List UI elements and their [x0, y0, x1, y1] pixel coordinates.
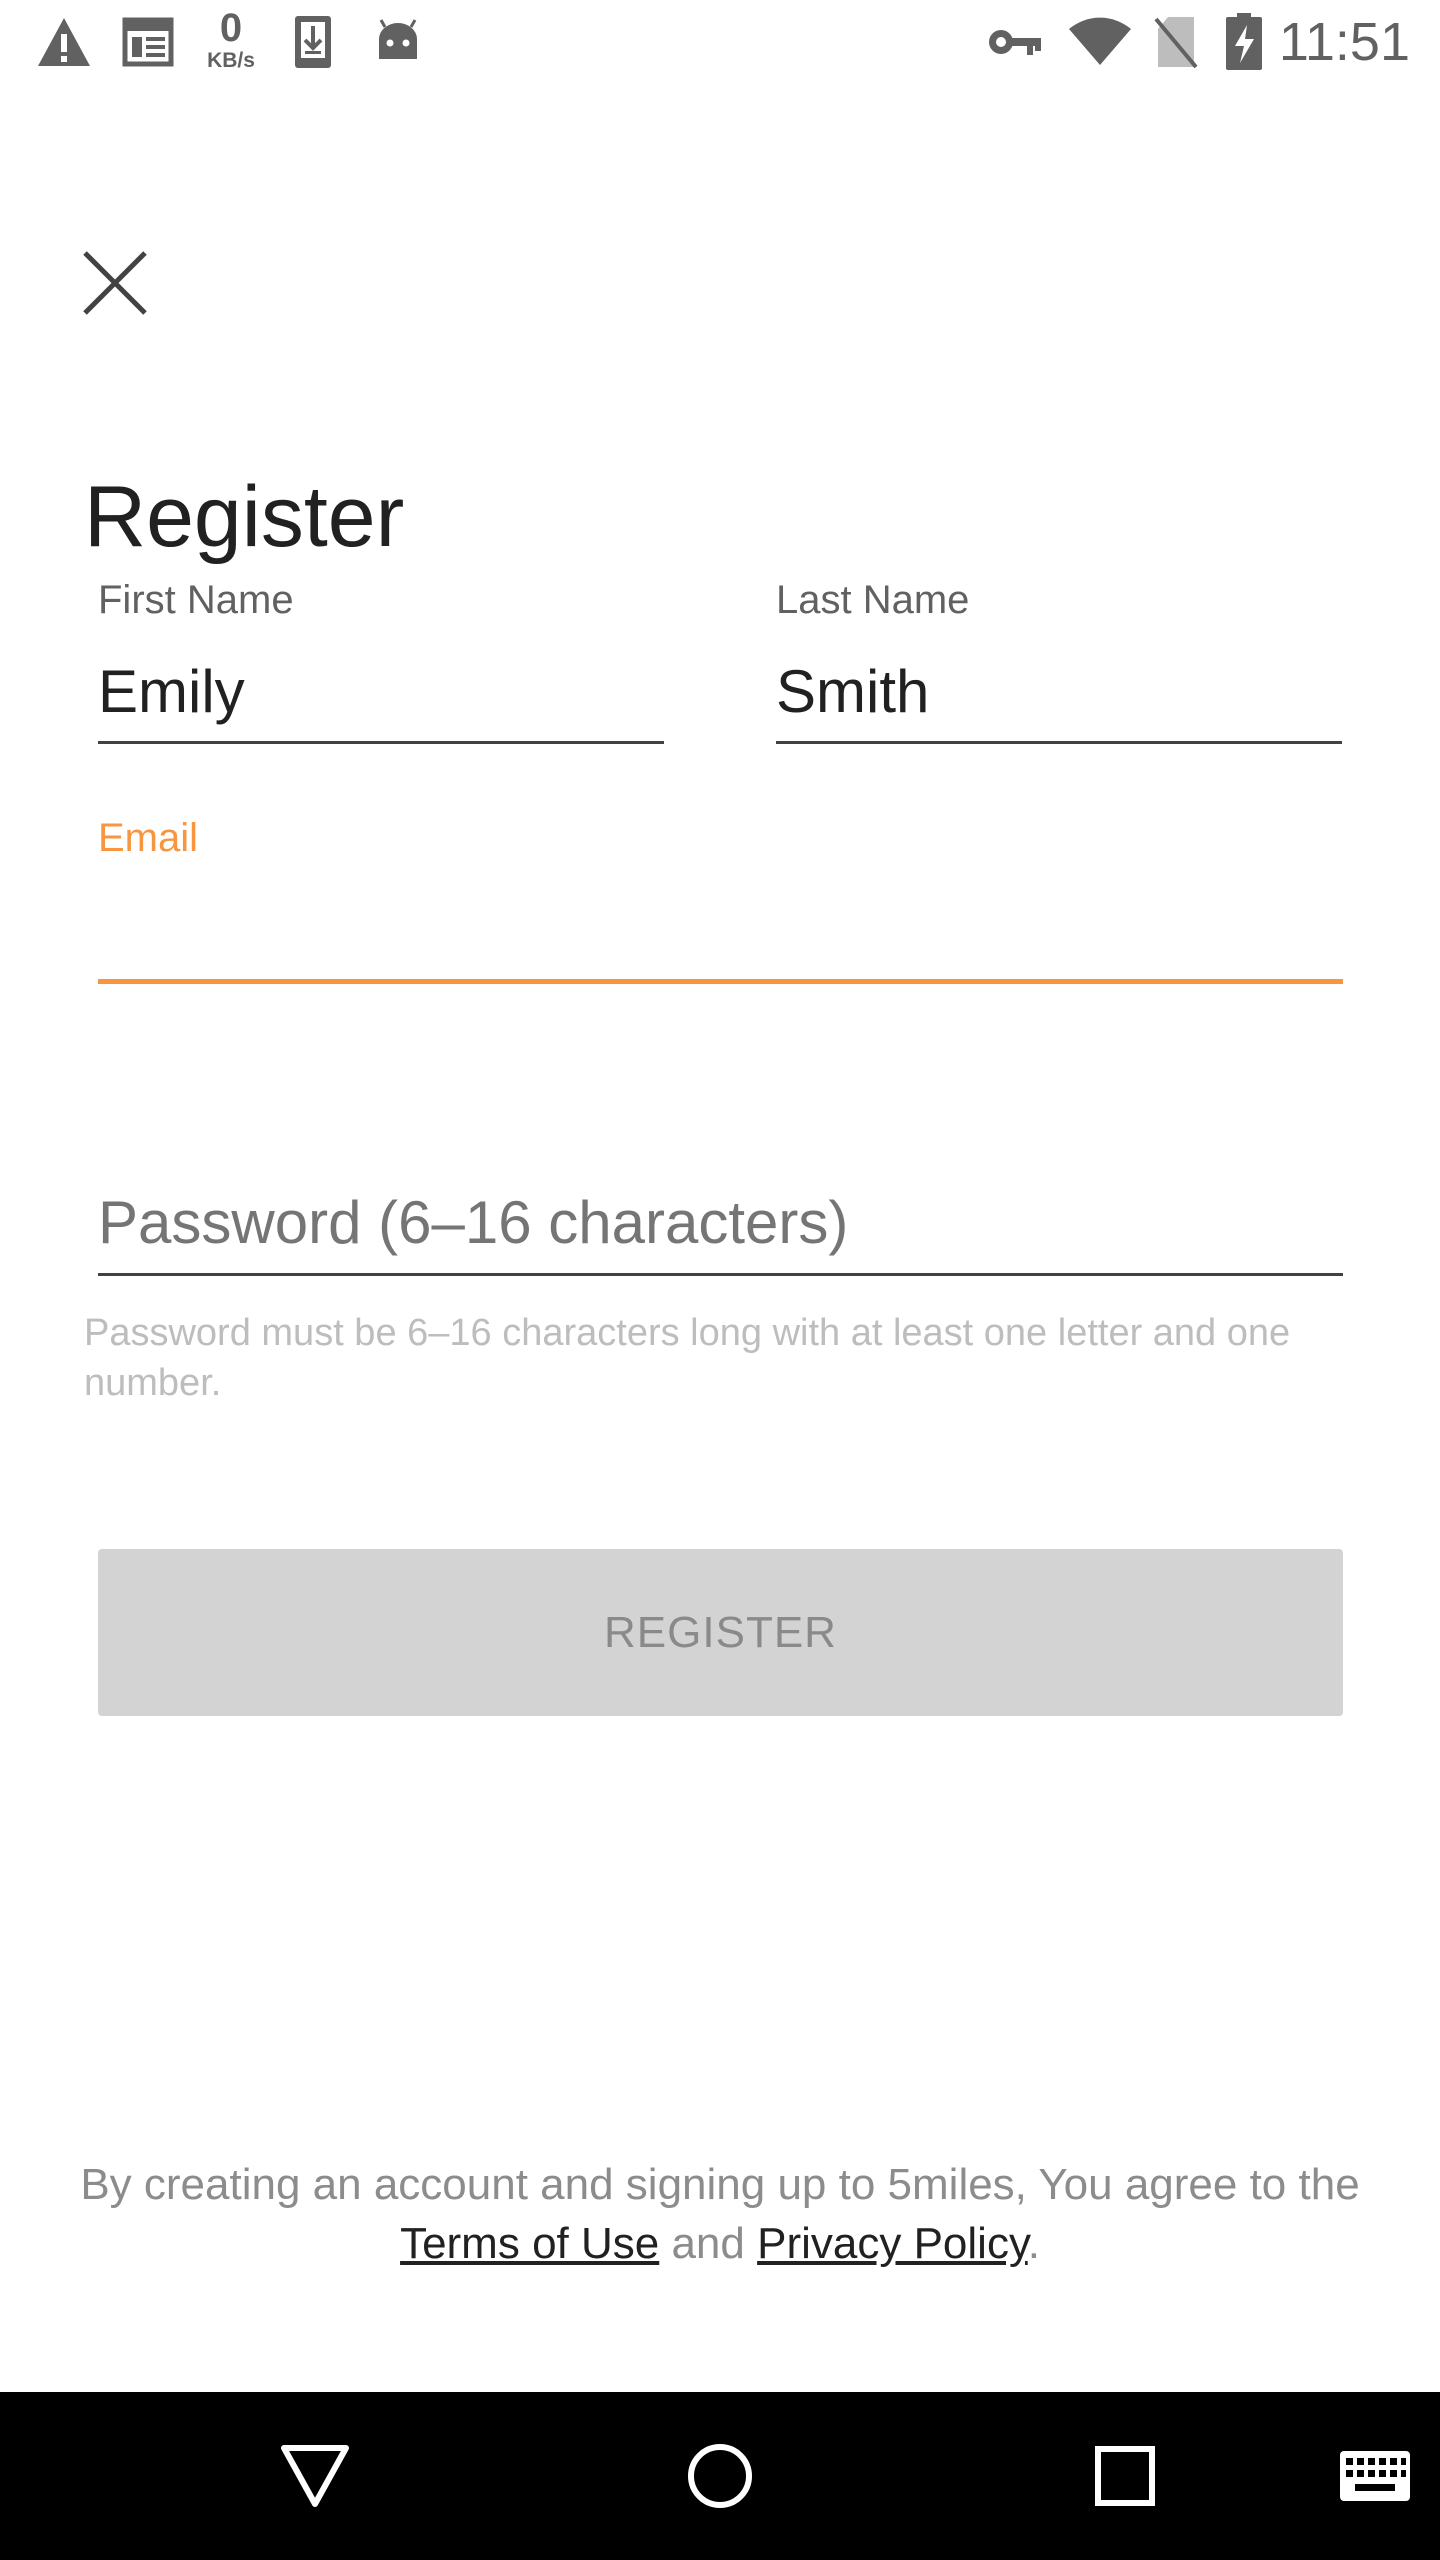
- home-button[interactable]: [670, 2426, 770, 2526]
- net-speed-unit: KB/s: [207, 49, 255, 72]
- terms-suffix: .: [1027, 2219, 1040, 2268]
- last-name-input[interactable]: [776, 654, 1342, 728]
- first-name-underline: [98, 741, 664, 744]
- last-name-field: Last Name: [776, 576, 1342, 746]
- email-label: Email: [98, 816, 199, 860]
- password-input[interactable]: [98, 1180, 1343, 1264]
- home-icon: [688, 2444, 752, 2508]
- status-time: 11:51: [1278, 12, 1410, 72]
- back-button[interactable]: [265, 2426, 365, 2526]
- register-button[interactable]: REGISTER: [98, 1549, 1343, 1716]
- keyboard-icon: [1340, 2451, 1410, 2501]
- page-title: Register: [84, 469, 405, 565]
- status-bar: 0 KB/s 11:51: [0, 0, 1440, 84]
- android-icon: [372, 12, 424, 72]
- password-underline: [98, 1273, 1343, 1276]
- terms-prefix: By creating an account and signing up to…: [80, 2160, 1360, 2209]
- email-input[interactable]: [98, 894, 1343, 970]
- password-field: [98, 1180, 1343, 1280]
- terms-and: and: [659, 2219, 758, 2268]
- first-name-field: First Name: [98, 576, 664, 746]
- news-icon: [118, 12, 178, 72]
- recents-icon: [1095, 2446, 1155, 2506]
- keyboard-switch-button[interactable]: [1320, 2426, 1430, 2526]
- first-name-label: First Name: [98, 578, 294, 622]
- battery-charging-icon: [1222, 12, 1266, 72]
- privacy-policy-link[interactable]: Privacy Policy: [757, 2219, 1028, 2268]
- navigation-bar: [0, 2392, 1440, 2560]
- vpn-key-icon: [986, 12, 1044, 72]
- email-field: Email: [98, 814, 1343, 989]
- net-speed-indicator: 0 KB/s: [200, 8, 262, 71]
- password-helper-text: Password must be 6–16 characters long wi…: [84, 1312, 1291, 1404]
- last-name-underline: [776, 741, 1342, 744]
- close-icon: [83, 251, 147, 315]
- net-speed-value: 0: [219, 6, 243, 50]
- download-icon: [288, 12, 338, 72]
- terms-of-use-link[interactable]: Terms of Use: [400, 2219, 659, 2268]
- warning-icon: [34, 12, 94, 72]
- close-button[interactable]: [72, 240, 158, 326]
- recents-button[interactable]: [1075, 2426, 1175, 2526]
- first-name-input[interactable]: [98, 654, 664, 728]
- back-icon: [281, 2445, 349, 2507]
- wifi-icon: [1066, 12, 1134, 72]
- last-name-label: Last Name: [776, 578, 970, 622]
- register-screen: 0 KB/s 11:51 Register First Name Emily L…: [0, 0, 1440, 2560]
- email-underline: [98, 979, 1343, 984]
- no-sim-icon: [1152, 12, 1200, 72]
- terms-text: By creating an account and signing up to…: [80, 2155, 1360, 2273]
